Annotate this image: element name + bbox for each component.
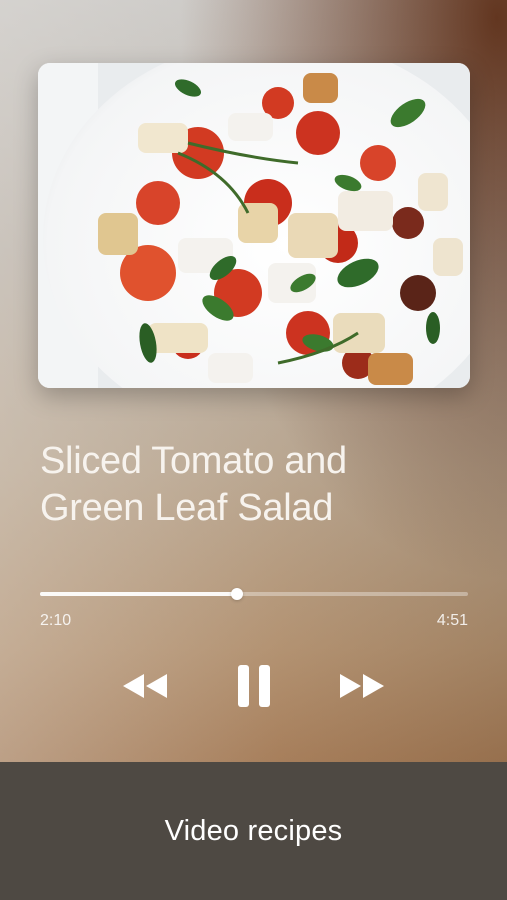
fast-forward-icon xyxy=(340,674,384,698)
recipe-artwork xyxy=(38,63,470,388)
recipe-title-line-1: Sliced Tomato and xyxy=(40,440,347,482)
rewind-icon xyxy=(123,674,167,698)
elapsed-time: 2:10 xyxy=(40,612,72,629)
playback-progress-slider[interactable] xyxy=(40,588,468,600)
pause-button[interactable] xyxy=(230,662,278,710)
recipe-title-line-2: Green Leaf Salad xyxy=(40,487,334,529)
total-time: 4:51 xyxy=(436,612,468,629)
footer-bar: Video recipes xyxy=(0,762,507,900)
progress-fill xyxy=(40,592,237,596)
recipe-title: Sliced Tomato and Green Leaf Salad xyxy=(40,438,470,532)
fast-forward-button[interactable] xyxy=(334,662,390,710)
pause-icon xyxy=(238,665,270,707)
rewind-button[interactable] xyxy=(117,662,173,710)
progress-knob[interactable] xyxy=(230,588,243,600)
salad-image xyxy=(38,63,470,388)
video-recipes-label[interactable]: Video recipes xyxy=(165,815,343,848)
